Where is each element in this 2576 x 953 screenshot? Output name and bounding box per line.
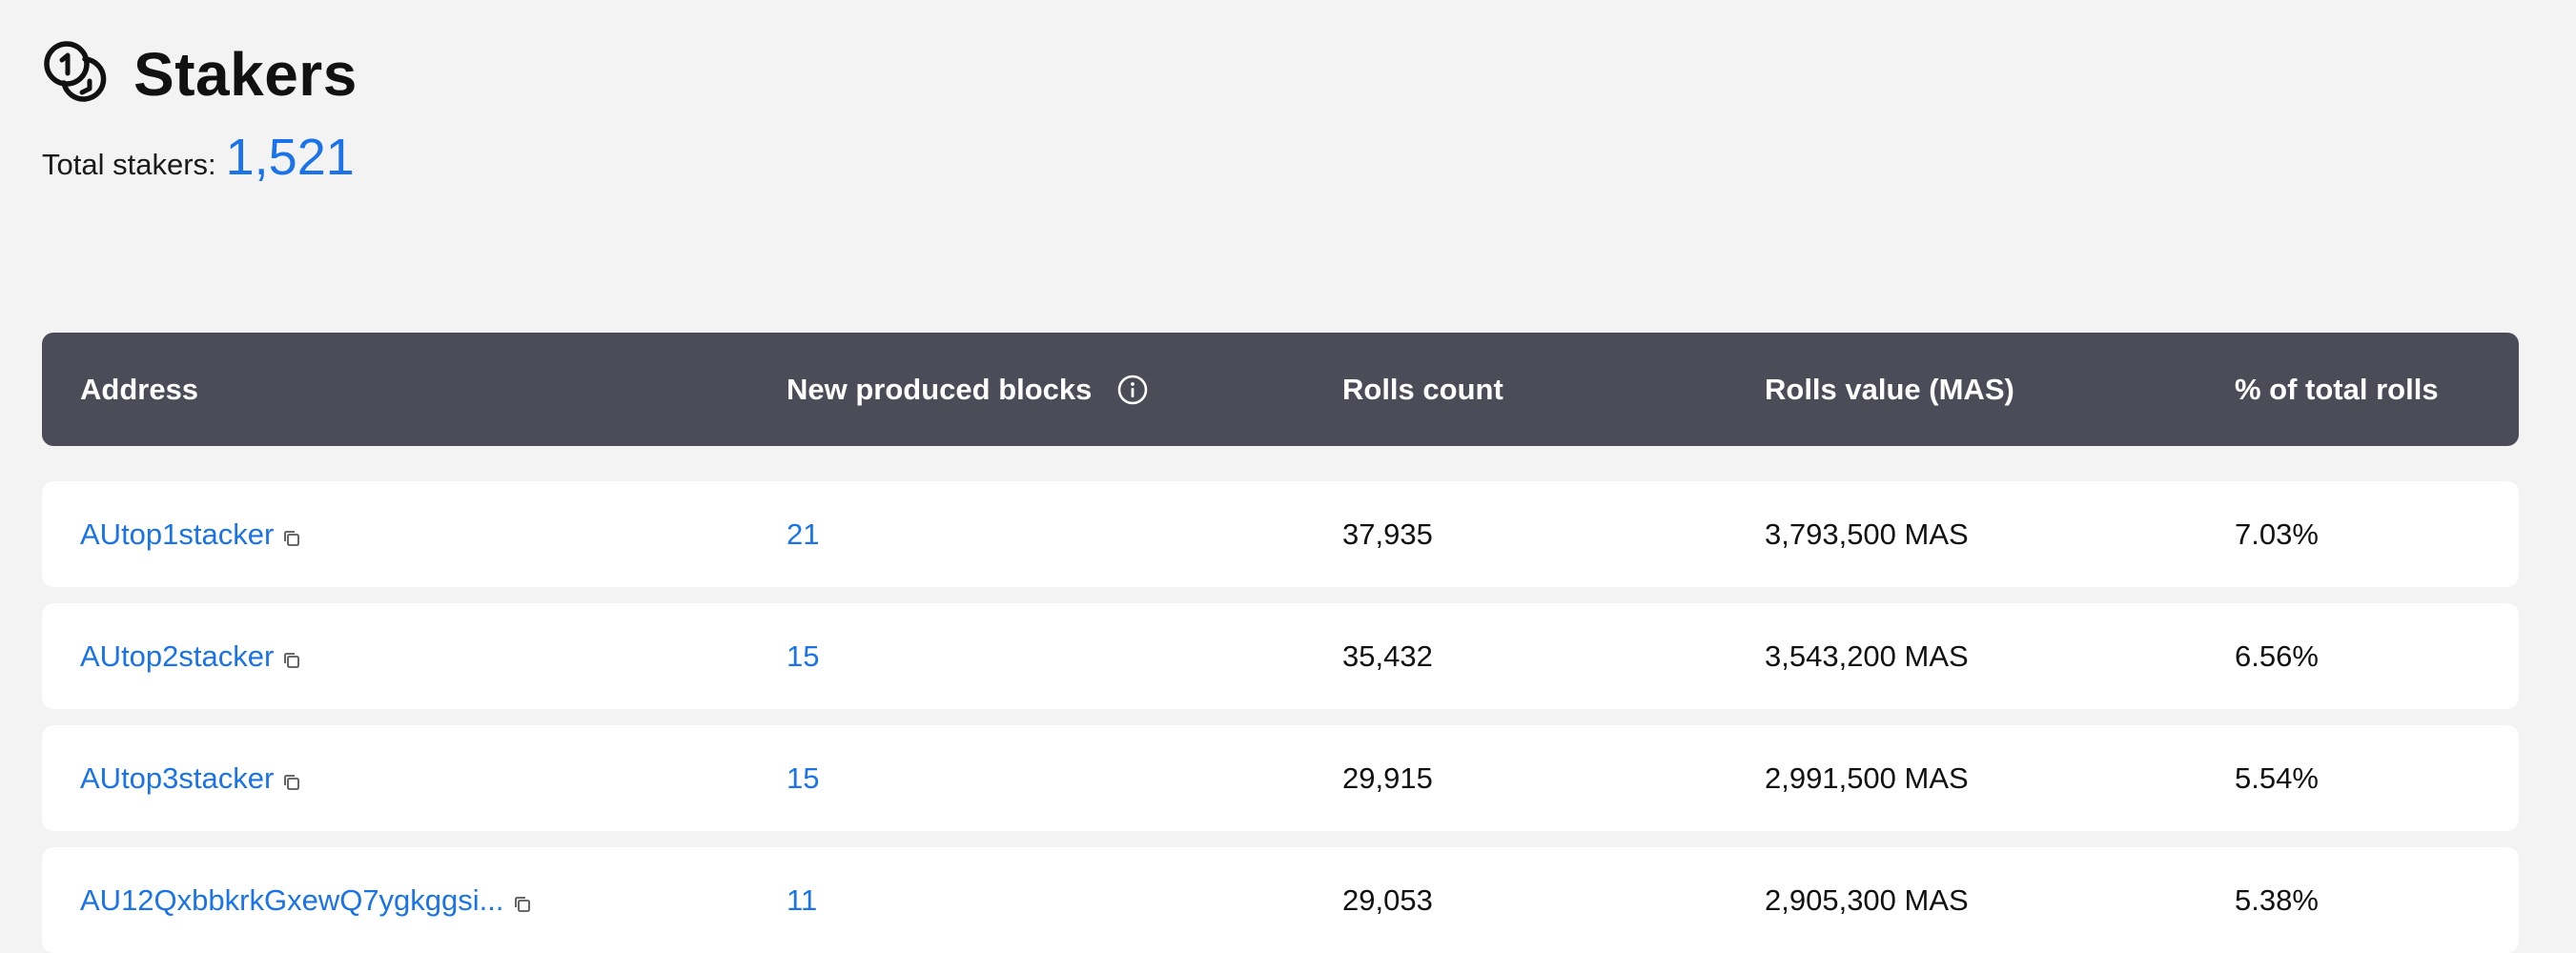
address-link[interactable]: AUtop1stacker	[80, 517, 274, 552]
percent-total-rolls-cell: 7.03%	[2235, 517, 2319, 551]
rolls-value-cell: 2,991,500 MAS	[1765, 760, 1969, 795]
percent-total-rolls-cell: 5.38%	[2235, 882, 2319, 917]
table-row: AUtop2stacker 15 35,432 3,543,200 MAS 6.…	[42, 603, 2519, 709]
address-link[interactable]: AUtop2stacker	[80, 639, 274, 674]
percent-total-rolls-cell: 5.54%	[2235, 760, 2319, 795]
rolls-count-cell: 29,915	[1342, 760, 1433, 795]
address-link[interactable]: AU12QxbbkrkGxewQ7ygkggsi...	[80, 883, 504, 918]
address-cell: AUtop1stacker	[80, 481, 302, 587]
table-row: AUtop3stacker 15 29,915 2,991,500 MAS 5.…	[42, 725, 2519, 831]
address-cell: AUtop3stacker	[80, 725, 302, 831]
copy-icon[interactable]	[281, 528, 302, 549]
copy-icon[interactable]	[281, 650, 302, 671]
column-header-label: New produced blocks	[787, 372, 1093, 406]
table-row: AU12QxbbkrkGxewQ7ygkggsi... 11 29,053 2,…	[42, 847, 2519, 953]
produced-blocks-link[interactable]: 11	[787, 847, 817, 953]
address-cell: AU12QxbbkrkGxewQ7ygkggsi...	[80, 847, 533, 953]
column-header-new-produced-blocks[interactable]: New produced blocks	[787, 333, 1149, 446]
rolls-value-cell: 2,905,300 MAS	[1765, 882, 1969, 917]
produced-blocks-link[interactable]: 21	[787, 481, 819, 587]
column-header-percent-total-rolls[interactable]: % of total rolls	[2235, 333, 2439, 446]
produced-blocks-link[interactable]: 15	[787, 725, 819, 831]
info-icon[interactable]	[1116, 374, 1149, 406]
table-row: AUtop1stacker 21 37,935 3,793,500 MAS 7.…	[42, 481, 2519, 587]
page-title: Stakers	[133, 40, 358, 109]
copy-icon[interactable]	[512, 894, 533, 915]
column-header-rolls-value[interactable]: Rolls value (MAS)	[1765, 333, 2014, 446]
address-link[interactable]: AUtop3stacker	[80, 761, 274, 796]
rolls-count-cell: 29,053	[1342, 882, 1433, 917]
rolls-value-cell: 3,543,200 MAS	[1765, 639, 1969, 673]
coins-icon	[44, 41, 107, 102]
rolls-count-cell: 35,432	[1342, 639, 1433, 673]
rolls-count-cell: 37,935	[1342, 517, 1433, 551]
column-header-rolls-count[interactable]: Rolls count	[1342, 333, 1503, 446]
rolls-value-cell: 3,793,500 MAS	[1765, 517, 1969, 551]
percent-total-rolls-cell: 6.56%	[2235, 639, 2319, 673]
page-header: Stakers	[42, 36, 358, 112]
total-stakers-value: 1,521	[225, 129, 355, 186]
address-cell: AUtop2stacker	[80, 603, 302, 709]
total-stakers: Total stakers: 1,521	[42, 128, 355, 187]
produced-blocks-link[interactable]: 15	[787, 603, 819, 709]
copy-icon[interactable]	[281, 772, 302, 793]
column-header-address[interactable]: Address	[80, 333, 198, 446]
table-header: Address New produced blocks Rolls count …	[42, 333, 2519, 446]
total-stakers-label: Total stakers:	[42, 148, 216, 181]
